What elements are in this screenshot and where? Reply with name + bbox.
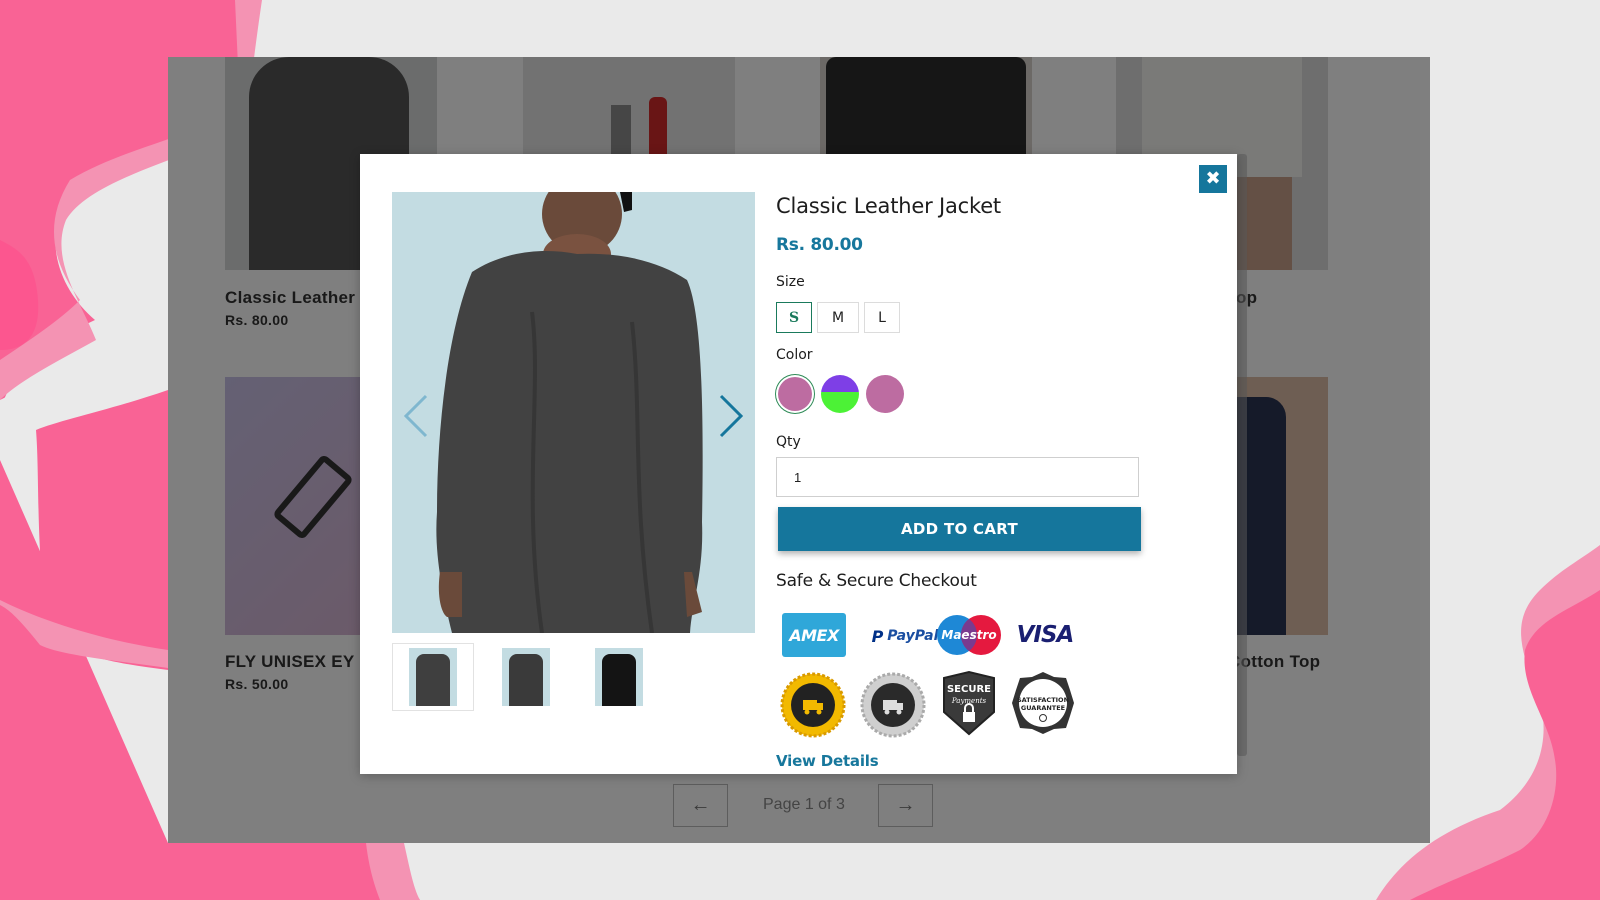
product-title: Classic Leather Jacket (776, 194, 1001, 218)
thumbnail-3[interactable] (578, 643, 660, 711)
svg-text:SATISFACTION: SATISFACTION (1017, 696, 1069, 704)
color-label: Color (776, 347, 813, 363)
size-option-l[interactable]: L (864, 302, 900, 333)
close-button[interactable]: ✖ (1199, 165, 1227, 193)
secure-payments-icon: SECURE Payments (943, 670, 995, 736)
satisfaction-guarantee-icon: SATISFACTION GUARANTEE (1012, 672, 1074, 734)
maestro-logo-text: Maestro (941, 628, 997, 642)
gallery-next-arrow[interactable] (717, 392, 747, 440)
size-option-s[interactable]: S (776, 302, 812, 333)
checkout-title: Safe & Secure Checkout (776, 571, 977, 591)
maestro-logo: Maestro (936, 614, 1002, 656)
page: Classic Leather Rs. 80.00 op FLY UNISEX … (0, 0, 1600, 900)
close-icon: ✖ (1205, 168, 1221, 189)
thumbnail-2[interactable] (485, 643, 567, 711)
paypal-icon: P (871, 626, 884, 646)
svg-text:SECURE: SECURE (947, 684, 991, 695)
photo-shirt (436, 251, 703, 633)
free-delivery-badge (860, 672, 926, 738)
quick-view-modal: ✖ Classic Leather Jacket Rs. 80.00 Size … (360, 154, 1237, 774)
fast-shipping-icon (780, 672, 846, 738)
modal-scrollbar[interactable] (1237, 154, 1247, 756)
qty-label: Qty (776, 434, 801, 450)
visa-logo-text: VISA (1016, 622, 1075, 648)
secure-payments-badge: SECURE Payments (940, 670, 998, 736)
color-swatch-purple-green[interactable] (821, 375, 859, 413)
view-details-link[interactable]: View Details (776, 752, 879, 770)
qty-input[interactable] (776, 457, 1139, 497)
product-photo (392, 192, 755, 633)
fast-shipping-badge (780, 672, 846, 738)
thumbnail-1[interactable] (392, 643, 474, 711)
amex-logo-text: AMEX (789, 625, 839, 645)
product-main-image (392, 192, 755, 633)
add-to-cart-button[interactable]: ADD TO CART (778, 507, 1141, 551)
gallery-prev-arrow[interactable] (400, 392, 430, 440)
free-delivery-icon (860, 672, 926, 738)
color-swatch-pink[interactable] (778, 377, 812, 411)
svg-text:GUARANTEE: GUARANTEE (1021, 704, 1065, 712)
color-swatch-pink-2[interactable] (866, 375, 904, 413)
size-label: Size (776, 274, 805, 290)
size-option-m[interactable]: M (817, 302, 859, 333)
paypal-logo-text: PayPal (887, 628, 939, 644)
product-price: Rs. 80.00 (776, 235, 863, 255)
visa-logo: VISA (1012, 620, 1078, 650)
satisfaction-guarantee-badge: SATISFACTION GUARANTEE (1010, 670, 1076, 736)
amex-logo: AMEX (782, 613, 846, 657)
